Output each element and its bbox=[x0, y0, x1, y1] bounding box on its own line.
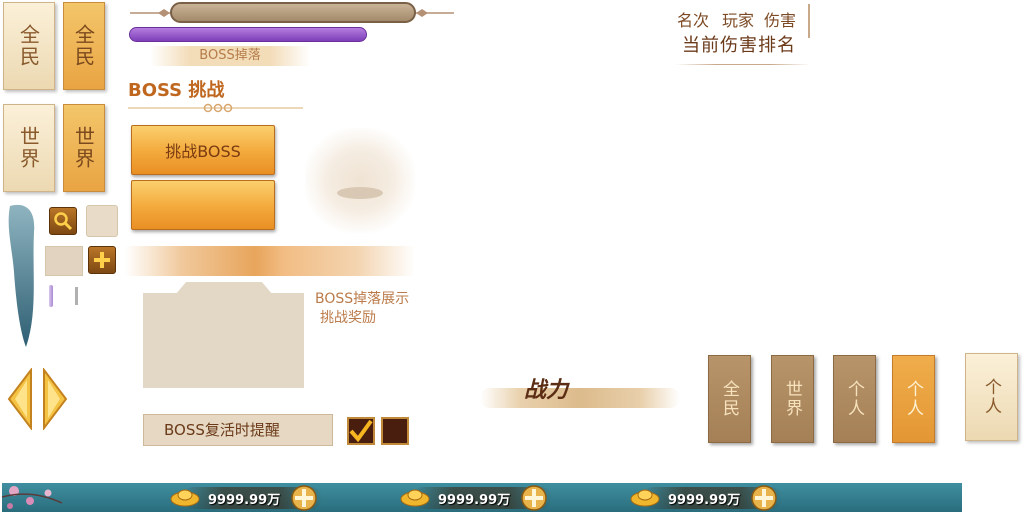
boss-revive-reminder: BOSS复活时提醒 bbox=[143, 414, 333, 446]
boss-drop-display-panel bbox=[143, 293, 304, 388]
currency-value: 9999.99万 bbox=[438, 493, 511, 508]
tab-label: 世界 bbox=[16, 126, 41, 170]
add-currency-button[interactable] bbox=[750, 485, 778, 511]
scroll-thumb-gray[interactable] bbox=[75, 287, 78, 305]
tab-label: 世界 bbox=[71, 126, 96, 170]
current-damage-ranking-title: 当前伤害排名 bbox=[682, 35, 796, 56]
ink-brush-decoration bbox=[8, 204, 35, 347]
rank-column-damage: 伤害 bbox=[764, 11, 797, 30]
rank-column-player: 玩家 bbox=[722, 11, 755, 30]
boss-drop-label: BOSS掉落 bbox=[150, 46, 310, 66]
power-label: 战力 bbox=[524, 378, 569, 403]
tab-label: 全民 bbox=[16, 24, 41, 68]
blossom-decoration bbox=[2, 486, 63, 509]
glow-strip bbox=[125, 246, 415, 276]
tab-all-people-small[interactable]: 全民 bbox=[708, 355, 751, 443]
input-slot bbox=[45, 246, 83, 276]
panel-tab bbox=[176, 282, 272, 294]
tab-personal-cream[interactable]: 个人 bbox=[965, 353, 1018, 441]
add-currency-button[interactable] bbox=[520, 485, 548, 511]
chevron-right-icon[interactable] bbox=[42, 368, 68, 430]
tab-label: 世界 bbox=[782, 380, 802, 418]
gold-ingot-icon bbox=[170, 489, 200, 507]
boss-drop-display-text: BOSS掉落展示 bbox=[315, 291, 410, 307]
gold-ingot-icon bbox=[400, 489, 430, 507]
chevron-left-icon[interactable] bbox=[7, 368, 33, 430]
tab-personal-active[interactable]: 个人 bbox=[892, 355, 935, 443]
add-button[interactable] bbox=[88, 246, 116, 274]
tab-label: 全民 bbox=[719, 380, 739, 418]
currency-bar: 9999.99万 9999.99万 9999.99万 bbox=[2, 483, 962, 512]
magnifier-icon bbox=[54, 212, 73, 231]
tab-all-people-active[interactable]: 全民 bbox=[63, 2, 105, 90]
tab-all-people-inactive[interactable]: 全民 bbox=[3, 2, 55, 90]
boss-hp-bar-track bbox=[170, 2, 416, 23]
boss-challenge-heading: BOSS 挑战 bbox=[128, 80, 225, 101]
currency-item: 9999.99万 bbox=[622, 483, 802, 512]
rank-header-divider bbox=[808, 4, 810, 38]
search-button[interactable] bbox=[49, 207, 77, 235]
rank-column-rank: 名次 bbox=[677, 11, 710, 30]
empty-slot bbox=[86, 205, 118, 237]
gold-ingot-icon bbox=[630, 489, 660, 507]
add-currency-button[interactable] bbox=[290, 485, 318, 511]
challenge-boss-button[interactable]: 挑战BOSS bbox=[131, 125, 275, 175]
purple-progress-bar bbox=[129, 27, 367, 42]
blank-gold-button[interactable] bbox=[131, 180, 275, 230]
currency-item: 9999.99万 bbox=[392, 483, 572, 512]
currency-item: 9999.99万 bbox=[162, 483, 342, 512]
power-ink-stroke bbox=[480, 388, 680, 408]
challenge-boss-label: 挑战BOSS bbox=[165, 142, 241, 161]
scroll-thumb-purple[interactable] bbox=[49, 285, 53, 307]
tab-label: 个人 bbox=[903, 380, 923, 418]
tab-world-small[interactable]: 世界 bbox=[771, 355, 814, 443]
reminder-checkbox-checked[interactable] bbox=[347, 417, 375, 445]
reminder-checkbox-unchecked[interactable] bbox=[381, 417, 409, 445]
checkmark-icon bbox=[349, 419, 373, 443]
tab-personal-inactive[interactable]: 个人 bbox=[833, 355, 876, 443]
rank-underline bbox=[675, 64, 810, 65]
currency-value: 9999.99万 bbox=[208, 493, 281, 508]
tab-label: 全民 bbox=[71, 24, 96, 68]
heading-divider bbox=[128, 103, 303, 113]
currency-value: 9999.99万 bbox=[668, 493, 741, 508]
tab-label: 个人 bbox=[981, 378, 1001, 416]
tab-label: 个人 bbox=[844, 380, 864, 418]
challenge-reward-text: 挑战奖励 bbox=[320, 310, 376, 326]
plus-icon bbox=[94, 252, 110, 268]
platform-shadow bbox=[337, 187, 383, 199]
tab-world-active[interactable]: 世界 bbox=[63, 104, 105, 192]
tab-world-inactive[interactable]: 世界 bbox=[3, 104, 55, 192]
cloud-decoration bbox=[305, 128, 415, 233]
